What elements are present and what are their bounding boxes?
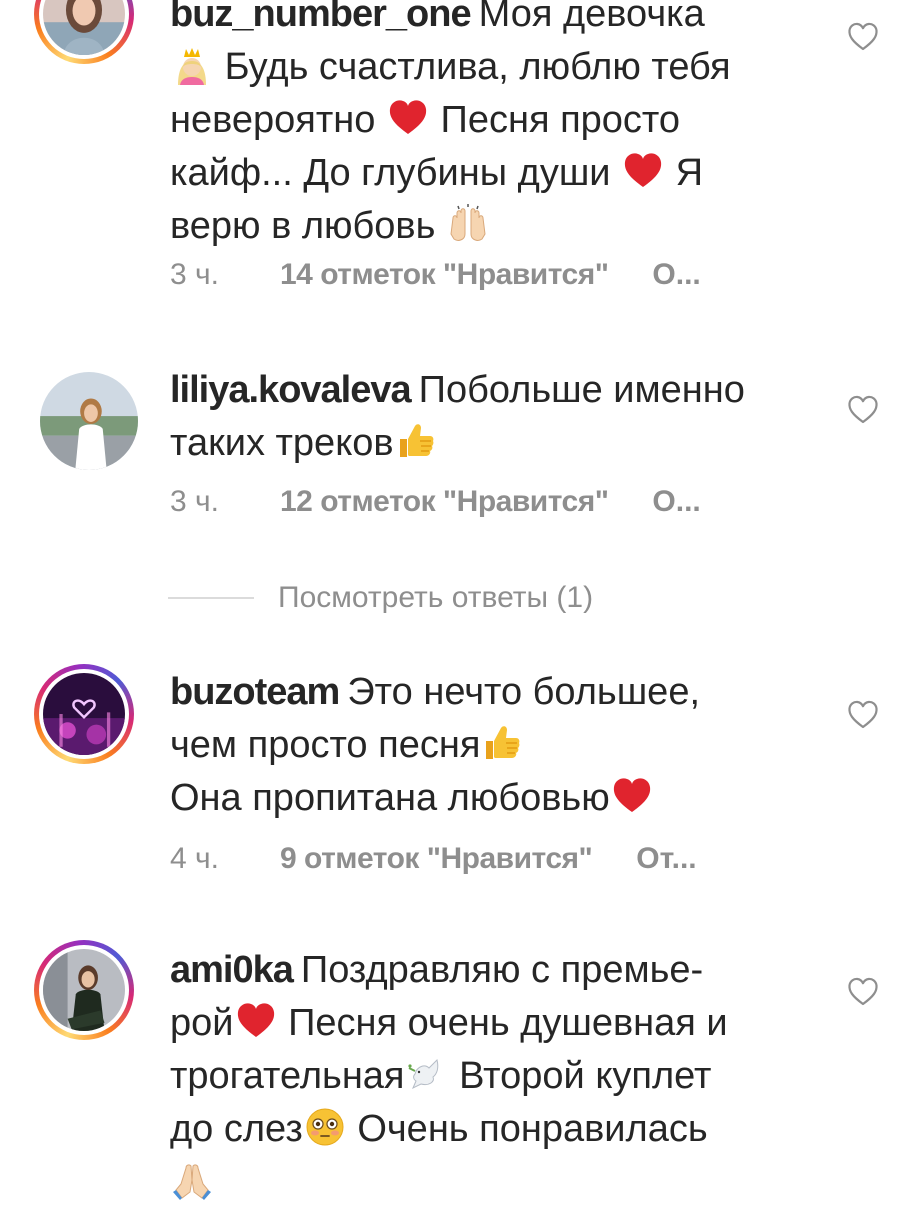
comment-text-part: Песня просто — [440, 99, 681, 141]
comment-text-part: кайф... До глубины души — [170, 152, 611, 194]
comment-username[interactable]: ami0ka — [170, 949, 294, 991]
avatar[interactable] — [40, 372, 138, 470]
comment-text-part: таких треков — [170, 422, 394, 464]
thumbs-up-emoji — [396, 421, 436, 461]
comment-text-part: Моя девочка — [478, 0, 705, 35]
heart-outline-icon — [847, 977, 879, 1007]
comment-text-part: Песня очень душевная и — [288, 1002, 728, 1044]
comment-text-part: Побольше именно — [418, 369, 745, 411]
heart-outline-icon — [847, 22, 879, 52]
view-replies-label: Посмотреть ответы (1) — [278, 581, 594, 614]
comment-time: 4 ч. — [170, 842, 219, 875]
comment-likes-count[interactable]: 14 отметок "Нравится" — [280, 258, 609, 292]
comment-text: liliya.kovaleva Побольше именно таких тре… — [170, 364, 810, 470]
red-heart-emoji — [612, 776, 652, 816]
comment-text-part: Это нечто большее, — [347, 671, 701, 713]
comment-text-part: Очень понравилась — [357, 1108, 708, 1150]
red-heart-emoji — [388, 98, 428, 138]
comment-username[interactable]: buz_number_one — [170, 0, 472, 35]
view-replies-button[interactable]: Посмотреть ответы (1) — [168, 578, 593, 618]
thumbs-up-emoji — [482, 723, 522, 763]
reply-button[interactable]: О... — [652, 485, 700, 519]
red-heart-emoji — [623, 151, 663, 191]
heart-outline-icon — [847, 395, 879, 425]
comment-text: buz_number_one Моя девочка Будь счастлива… — [170, 0, 810, 253]
like-comment-button[interactable] — [847, 977, 879, 1007]
comment-text-part: Она пропитана любовью — [170, 777, 610, 819]
avatar-image-icon — [43, 673, 125, 755]
comment-meta: 4 ч. 9 отметок "Нравится" От... — [170, 842, 697, 876]
comment-text-part: трогательная — [170, 1055, 405, 1097]
comment-text-part: Второй куплет — [459, 1055, 712, 1097]
comment-text: buzoteam Это нечто большее, чем просто пе… — [170, 666, 810, 825]
comment-text-part: невероятно — [170, 99, 376, 141]
comment-time: 3 ч. — [170, 258, 219, 291]
comment-text-part: до слез — [170, 1108, 303, 1150]
comment-text-part: чем просто песня — [170, 724, 481, 766]
comment-username[interactable]: liliya.kovaleva — [170, 369, 412, 411]
avatar-image-icon — [43, 0, 125, 55]
comment-text-part: Я — [675, 152, 704, 194]
princess-emoji — [172, 45, 212, 85]
comment-text-part: верю в любовь — [170, 205, 436, 247]
comment-meta: 3 ч. 12 отметок "Нравится" О... — [170, 485, 701, 519]
flushed-face-emoji — [305, 1107, 345, 1147]
comment-meta: 3 ч. 14 отметок "Нравится" О... — [170, 258, 701, 292]
raised-hands-emoji — [448, 204, 488, 244]
reply-button[interactable]: О... — [652, 258, 700, 292]
comment-text: ami0ka Поздравляю с премье- рой Песня оче… — [170, 944, 810, 1209]
comment-text-part: рой — [170, 1002, 234, 1044]
comment-likes-count[interactable]: 12 отметок "Нравится" — [280, 485, 609, 519]
like-comment-button[interactable] — [847, 700, 879, 730]
avatar-image-icon — [43, 949, 125, 1031]
folded-hands-emoji — [172, 1160, 212, 1200]
comment-username[interactable]: buzoteam — [170, 671, 340, 713]
avatar[interactable] — [34, 664, 134, 764]
dove-emoji — [407, 1054, 447, 1094]
red-heart-emoji — [236, 1001, 276, 1041]
like-comment-button[interactable] — [847, 395, 879, 425]
heart-outline-icon — [847, 700, 879, 730]
divider — [168, 597, 254, 599]
reply-button[interactable]: От... — [636, 842, 696, 876]
comment-text-part: Будь счастлива, люблю тебя — [224, 46, 731, 88]
comment-likes-count[interactable]: 9 отметок "Нравится" — [280, 842, 593, 876]
like-comment-button[interactable] — [847, 22, 879, 52]
avatar-image-icon — [40, 372, 138, 470]
avatar[interactable] — [34, 0, 134, 64]
comment-time: 3 ч. — [170, 485, 219, 518]
avatar[interactable] — [34, 940, 134, 1040]
comment-text-part: Поздравляю с премье- — [300, 949, 704, 991]
